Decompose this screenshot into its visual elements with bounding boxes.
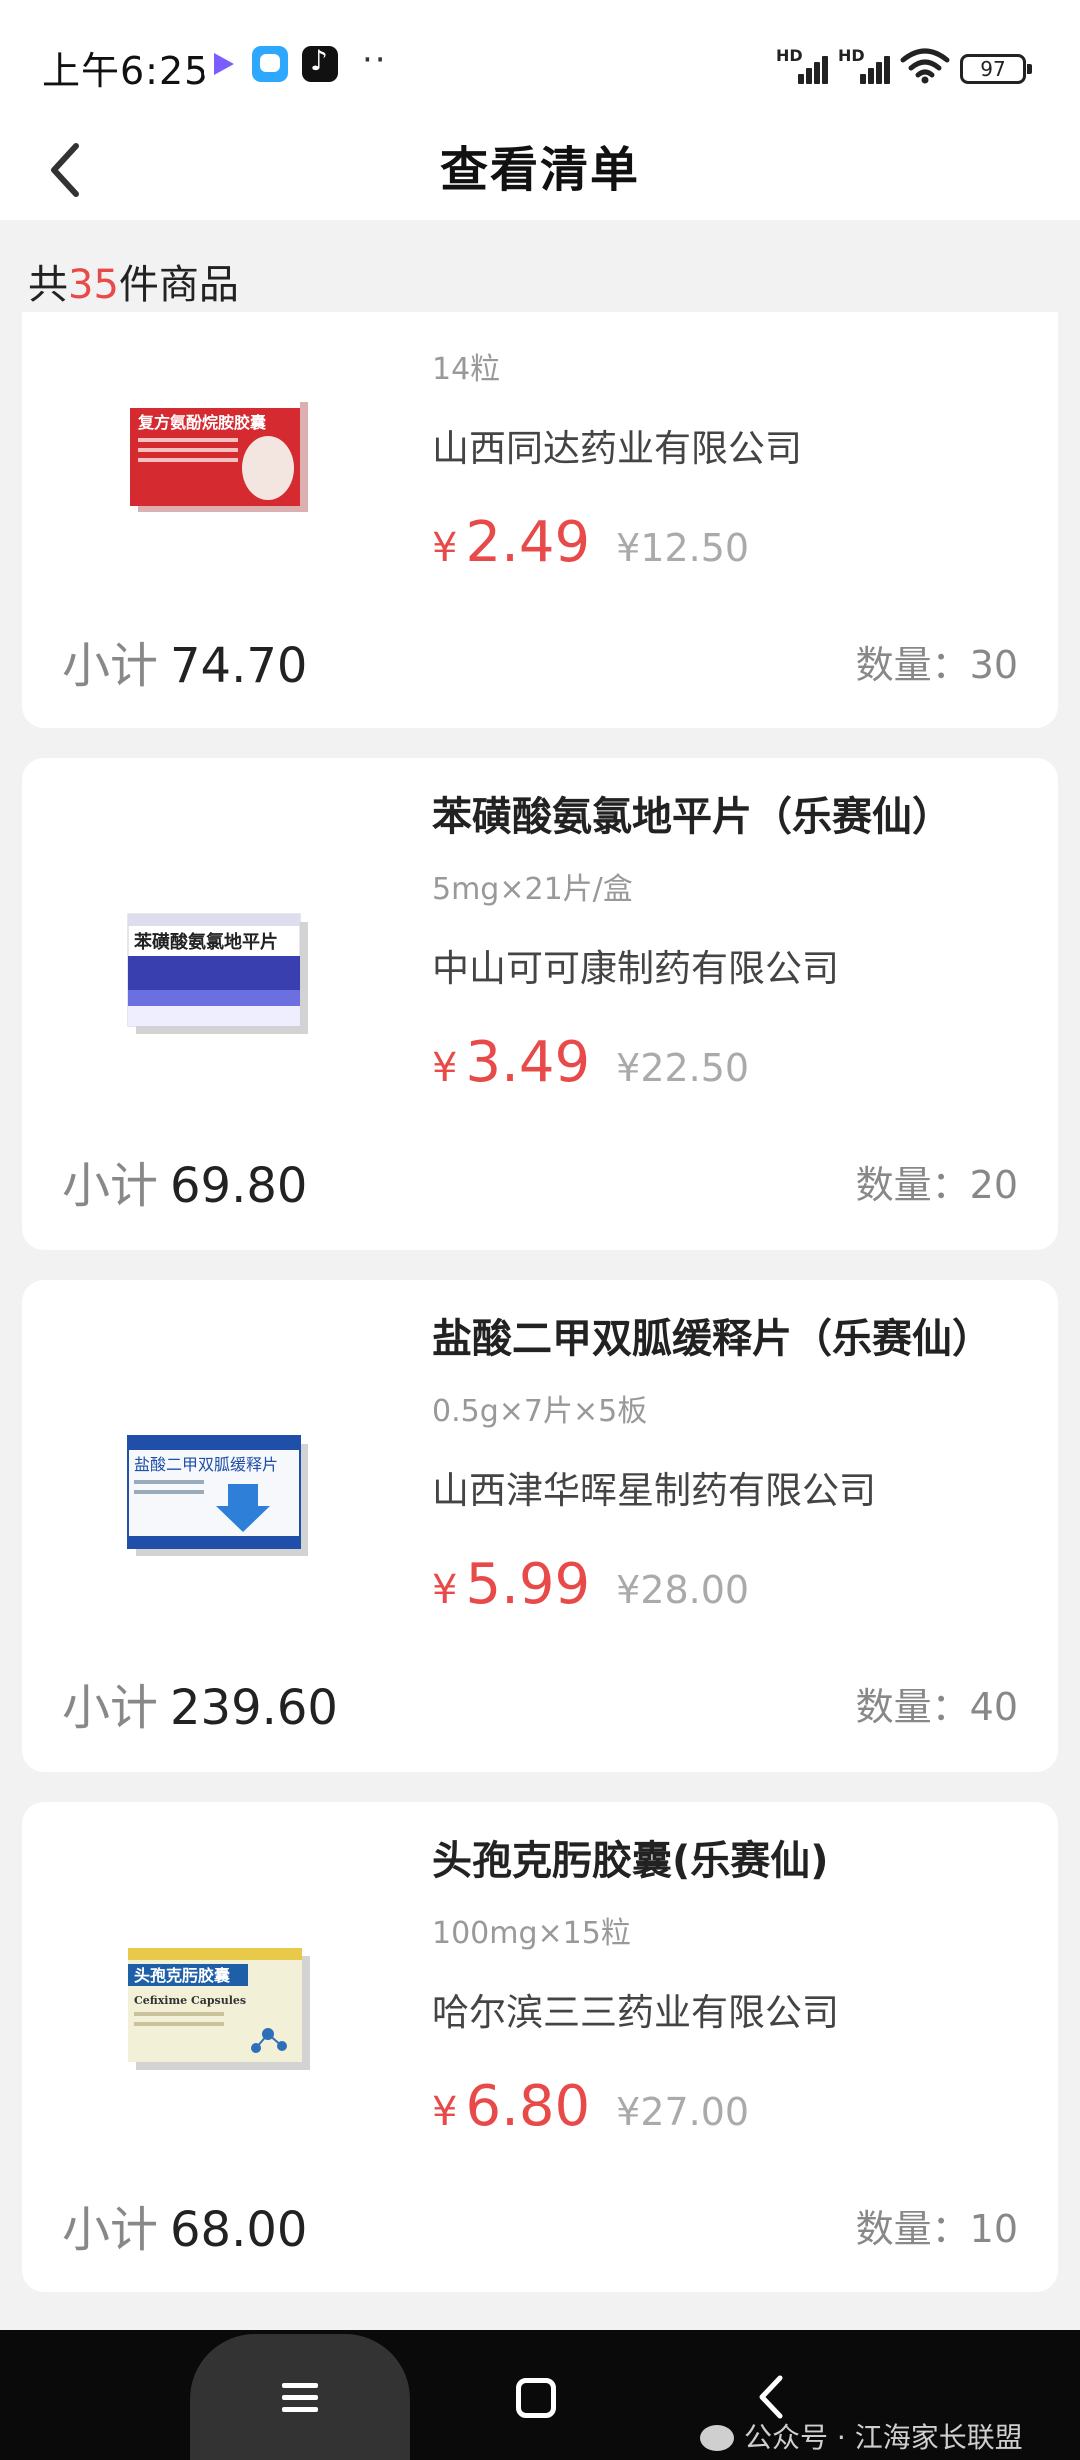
original-price: ¥22.50 (616, 1046, 750, 1090)
product-spec: 5mg×21片/盒 (432, 872, 633, 907)
wifi-icon (900, 48, 950, 84)
original-price: ¥28.00 (616, 1568, 750, 1612)
watermark: 公众号 · 江海家长联盟 (700, 2416, 1023, 2456)
price-symbol: ¥ (432, 1567, 458, 1613)
signal-icon-2: HD (838, 46, 890, 84)
product-image[interactable]: 苯磺酸氨氯地平片 (118, 904, 318, 1044)
product-spec: 100mg×15粒 (432, 1916, 631, 1951)
current-price: 6.80 (465, 2074, 591, 2139)
price-row: ¥3.49 ¥22.50 (432, 1030, 749, 1095)
original-price: ¥12.50 (616, 526, 750, 570)
quantity-label: 数量：30 (855, 643, 1018, 687)
system-nav-bar: 公众号 · 江海家长联盟 (0, 2330, 1080, 2460)
current-price: 2.49 (465, 510, 591, 575)
chat-app-icon (252, 46, 288, 82)
product-manufacturer: 山西同达药业有限公司 (432, 427, 802, 470)
subtotal-value: 68.00 (170, 2202, 308, 2258)
subtotal: 小计 69.80 (62, 1146, 307, 1216)
page-title: 查看清单 (439, 142, 640, 198)
product-image[interactable]: 头孢克肟胶囊 Cefixime Capsules (118, 1938, 318, 2078)
more-dots-icon: ·· (362, 40, 388, 80)
current-price: 3.49 (465, 1030, 591, 1095)
item-count: 35 (68, 262, 119, 308)
box-label-2: 苯磺酸氨氯地平片 (133, 931, 278, 953)
box-label-4: 头孢克肟胶囊 (134, 1966, 231, 1985)
product-card[interactable]: 头孢克肟胶囊 Cefixime Capsules 头孢克肟胶囊(乐赛仙) 100… (22, 1802, 1058, 2292)
tiktok-app-icon (302, 44, 338, 82)
product-name[interactable]: 苯磺酸氨氯地平片（乐赛仙） (432, 784, 1032, 842)
subtotal: 小计 74.70 (62, 626, 307, 696)
box-label-3: 盐酸二甲双胍缓释片 (134, 1455, 278, 1474)
product-image[interactable]: 复方氨酚烷胺胶囊 (118, 384, 318, 524)
signal-icon: HD (776, 46, 828, 84)
product-spec: 0.5g×7片×5板 (432, 1394, 648, 1429)
battery-icon: 97 (960, 54, 1032, 84)
subtotal-value: 239.60 (170, 1680, 338, 1736)
status-bar: 上午6:25 ·· HD HD 97 (0, 0, 1080, 120)
count-prefix: 共 (28, 262, 68, 308)
home-square-icon[interactable] (516, 2378, 556, 2418)
count-suffix: 件商品 (118, 262, 239, 308)
product-manufacturer: 山西津华晖星制药有限公司 (432, 1469, 876, 1512)
subtotal-value: 69.80 (170, 1158, 308, 1214)
original-price: ¥27.00 (616, 2090, 750, 2134)
subtotal-value: 74.70 (170, 638, 308, 694)
signal-hd-label: HD (776, 46, 803, 65)
product-manufacturer: 中山可可康制药有限公司 (432, 947, 839, 990)
product-card[interactable]: 复方氨酚烷胺胶囊 14粒 山西同达药业有限公司 ¥2.49 ¥12.50 小计 74… (22, 312, 1058, 728)
price-row: ¥6.80 ¥27.00 (432, 2074, 749, 2139)
subtotal-label: 小计 (62, 1680, 159, 1736)
current-price: 5.99 (465, 1552, 591, 1617)
price-symbol: ¥ (432, 1045, 458, 1091)
price-symbol: ¥ (432, 2089, 458, 2135)
item-count-label: 共35件商品 (28, 252, 239, 310)
status-time: 上午6:25 (42, 49, 210, 93)
subtotal: 小计 68.00 (62, 2190, 307, 2260)
wechat-icon (700, 2425, 734, 2451)
price-row: ¥5.99 ¥28.00 (432, 1552, 749, 1617)
watermark-text: 公众号 · 江海家长联盟 (744, 2421, 1023, 2454)
quantity-label: 数量：10 (855, 2207, 1018, 2251)
product-image[interactable]: 盐酸二甲双胍缓释片 (118, 1426, 318, 1566)
quantity-label: 数量：40 (855, 1685, 1018, 1729)
product-name[interactable]: 盐酸二甲双胍缓释片（乐赛仙） (432, 1306, 1032, 1364)
box-label-1: 复方氨酚烷胺胶囊 (137, 413, 267, 432)
menu-icon[interactable] (280, 2380, 320, 2416)
price-row: ¥2.49 ¥12.50 (432, 510, 749, 575)
product-card[interactable]: 盐酸二甲双胍缓释片 盐酸二甲双胍缓释片（乐赛仙） 0.5g×7片×5板 山西津华… (22, 1280, 1058, 1772)
subtotal: 小计 239.60 (62, 1668, 338, 1738)
product-card[interactable]: 苯磺酸氨氯地平片 苯磺酸氨氯地平片（乐赛仙） 5mg×21片/盒 中山可可康制药… (22, 758, 1058, 1250)
back-chevron-icon[interactable] (752, 2374, 792, 2420)
quantity-label: 数量：20 (855, 1163, 1018, 1207)
subtotal-label: 小计 (62, 638, 159, 694)
nav-header: 查看清单 (0, 120, 1080, 220)
subtotal-label: 小计 (62, 2202, 159, 2258)
product-manufacturer: 哈尔滨三三药业有限公司 (432, 1991, 839, 2034)
price-symbol: ¥ (432, 525, 458, 571)
subtotal-label: 小计 (62, 1158, 159, 1214)
video-app-icon (204, 46, 240, 82)
box-sublabel-4: Cefixime Capsules (134, 1994, 246, 2007)
product-spec: 14粒 (432, 352, 501, 387)
signal-hd-label-2: HD (838, 46, 865, 65)
product-name[interactable]: 头孢克肟胶囊(乐赛仙) (432, 1828, 1032, 1886)
